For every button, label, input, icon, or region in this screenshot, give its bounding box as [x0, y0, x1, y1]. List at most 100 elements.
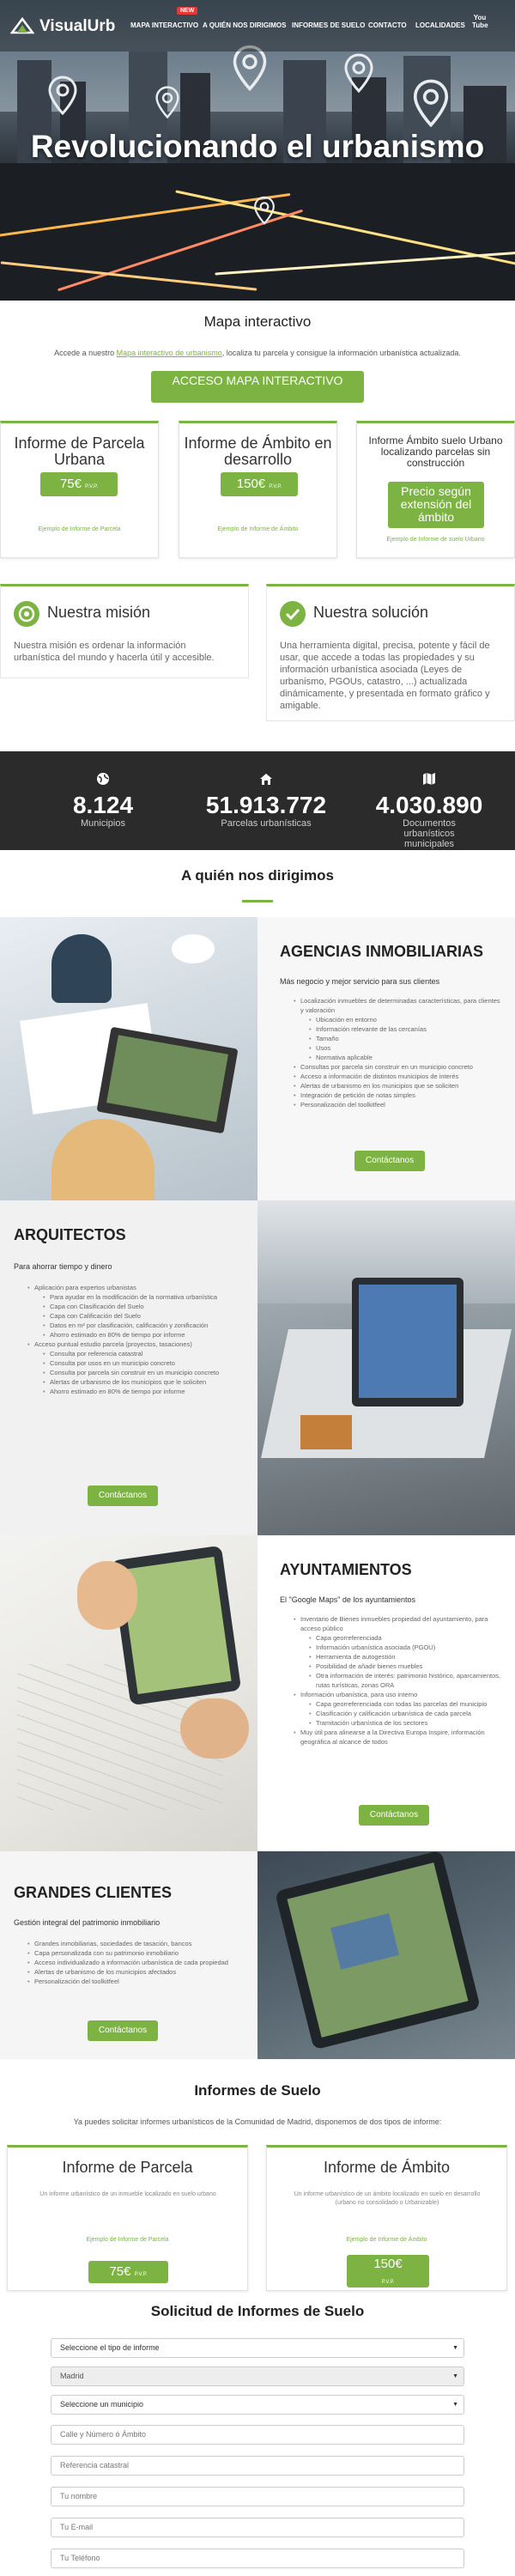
agencias-section: AGENCIAS INMOBILIARIAS Más negocio y mej…: [0, 917, 515, 1200]
card-parcela-urbana: Informe de Parcela Urbana 75€ P.V.P. Eje…: [0, 421, 159, 558]
list-item: Información urbanística asociada (PGOU): [292, 1643, 506, 1652]
ayuntamientos-list: Inventario de Bienes inmuebles propiedad…: [292, 1614, 506, 1747]
card-example-link[interactable]: Ejemplo de Informe de Parcela: [8, 2237, 247, 2243]
field-text: Calle y Número ó Ámbito: [60, 2430, 147, 2439]
nav-item-dirigimos[interactable]: A QUIÉN NOS DIRIGIMOS: [203, 21, 287, 29]
logo-text[interactable]: VisualUrb: [39, 17, 115, 36]
youtube-icon[interactable]: You Tube: [472, 14, 488, 33]
mapa-text: Accede a nuestro Mapa interactivo de urb…: [0, 349, 515, 357]
mision-text: Nuestra misión es ordenar la información…: [14, 641, 215, 663]
new-badge: NEW: [177, 7, 198, 15]
segment-subtitle: Gestión integral del patrimonio inmobili…: [14, 1918, 161, 1927]
list-item: Ubicación en entorno: [292, 1015, 502, 1024]
mapa-text-before: Accede a nuestro: [54, 349, 117, 357]
target-icon: [14, 601, 39, 627]
price-value: 75€: [59, 477, 82, 491]
list-item: Consulta por referencia catastral: [26, 1349, 232, 1358]
referencia-catastral-input[interactable]: Referencia catastral: [51, 2456, 464, 2476]
stat-number: 51.913.772: [205, 792, 327, 818]
card-description: Un informe urbanístico de un ámbito loca…: [294, 2191, 481, 2206]
solicitud-title: Solicitud de Informes de Suelo: [150, 2303, 365, 2319]
price-badge[interactable]: 75€ P.V.P.: [40, 472, 118, 496]
contactanos-button[interactable]: Contáctanos: [354, 1151, 425, 1171]
price-badge[interactable]: 75€ P.V.P.: [88, 2261, 168, 2283]
list-item: Otra información de interés: patrimonio …: [292, 1671, 506, 1690]
segment-title: ARQUITECTOS: [14, 1226, 126, 1243]
price-unit: P.V.P.: [85, 484, 99, 489]
nav-item-contacto[interactable]: CONTACTO: [368, 21, 407, 29]
list-item: Alertas de urbanismo de los municipios q…: [26, 1377, 232, 1387]
hero-banner: VisualUrb NEW MAPA INTERACTIVO A QUIÉN N…: [0, 0, 515, 301]
agencias-photo: [0, 917, 258, 1200]
ayuntamientos-text: AYUNTAMIENTOS El "Google Maps" de los ay…: [258, 1535, 515, 1851]
arquitectos-text: ARQUITECTOS Para ahorrar tiempo y dinero…: [0, 1200, 258, 1535]
contactanos-button[interactable]: Contáctanos: [88, 1485, 158, 1506]
card-example-link[interactable]: Ejemplo de Informe de Ámbito: [179, 526, 336, 532]
chevron-down-icon: ▼: [452, 2345, 458, 2351]
nav-item-informes[interactable]: INFORMES DE SUELO: [292, 21, 365, 29]
tipo-informe-select[interactable]: Seleccione el tipo de informe ▼: [51, 2338, 464, 2358]
grandes-section: GRANDES CLIENTES Gestión integral del pa…: [0, 1851, 515, 2059]
map-pin-icon: [413, 79, 449, 127]
list-item: Tamaño: [292, 1034, 502, 1043]
nav-item-localidades[interactable]: LOCALIDADES: [415, 21, 465, 29]
card-example-link[interactable]: Ejemplo de Informe de Ámbito: [267, 2237, 506, 2243]
card-title: Informe de Parcela: [62, 2159, 193, 2176]
informes-text: Ya puedes solicitar informes urbanístico…: [73, 2117, 442, 2126]
stat-label: Municipios: [81, 818, 125, 829]
acceso-mapa-button[interactable]: ACCESO MAPA INTERACTIVO: [151, 371, 364, 403]
list-item: Localización inmuebles de determinadas c…: [292, 996, 502, 1015]
telefono-input[interactable]: Tu Teléfono: [51, 2549, 464, 2568]
stats-band: 8.124 Municipios 51.913.772 Parcelas urb…: [0, 751, 515, 850]
list-item: Muy útil para alinearse a la Directiva E…: [292, 1728, 506, 1747]
nav-item-mapa[interactable]: MAPA INTERACTIVO: [130, 21, 198, 29]
mapa-link[interactable]: Mapa interactivo de urbanismo: [117, 349, 222, 357]
nombre-input[interactable]: Tu nombre: [51, 2487, 464, 2506]
mapa-text-after: , localiza tu parcela y consigue la info…: [221, 349, 461, 357]
informes-title: Informes de Suelo: [194, 2082, 321, 2099]
precio-extension-button[interactable]: Precio según extensión del ámbito: [388, 482, 484, 528]
price-value: 150€: [373, 2257, 403, 2271]
segment-title: GRANDES CLIENTES: [14, 1884, 173, 1901]
municipio-select[interactable]: Seleccione un municipio ▼: [51, 2395, 464, 2415]
price-unit: P.V.P.: [134, 2272, 148, 2277]
field-text: Seleccione el tipo de informe: [60, 2343, 160, 2352]
map-pin-icon: [344, 53, 373, 93]
list-item: Inventario de Bienes inmuebles propiedad…: [292, 1614, 506, 1633]
dirigimos-title: A quién nos dirigimos: [181, 867, 334, 884]
list-item: Para ayudar en la modificación de la nor…: [26, 1292, 232, 1302]
field-text: Referencia catastral: [60, 2461, 130, 2470]
list-item: Consulta por parcela sin construir en un…: [26, 1368, 232, 1377]
arquitectos-photo: [258, 1200, 515, 1535]
field-text: Seleccione un municipio: [60, 2400, 144, 2409]
solucion-card: Nuestra solución Una herramienta digital…: [266, 584, 515, 721]
list-item: Normativa aplicable: [292, 1053, 502, 1062]
calle-input[interactable]: Calle y Número ó Ámbito: [51, 2425, 464, 2445]
list-item: Consultas por parcela sin construir en u…: [292, 1062, 502, 1072]
mision-title: Nuestra misión: [47, 604, 151, 621]
list-item: Acceso individualizado a información urb…: [26, 1958, 232, 1967]
map-pin-icon: [48, 76, 77, 115]
logo-icon[interactable]: [10, 15, 34, 36]
list-item: Datos en m² por clasificación, calificac…: [26, 1321, 232, 1330]
price-badge[interactable]: 150€ P.V.P.: [347, 2255, 429, 2287]
home-icon: [260, 774, 272, 785]
stat-number: 4.030.890: [375, 792, 483, 818]
card-example-link[interactable]: Ejemplo de Informe de suelo Urbano: [357, 537, 514, 543]
mapa-title: Mapa interactivo: [203, 313, 312, 330]
map-pin-icon: [233, 45, 267, 91]
list-item: Personalización del toolkitfeel: [26, 1977, 232, 1986]
checkmark-icon: [280, 601, 306, 627]
contactanos-button[interactable]: Contáctanos: [359, 1805, 429, 1826]
globe-icon: [97, 773, 109, 785]
mision-card: Nuestra misión Nuestra misión es ordenar…: [0, 584, 249, 678]
card-example-link[interactable]: Ejemplo de Informe de Parcela: [1, 526, 158, 532]
list-item: Capa con Calificación del Suelo: [26, 1311, 232, 1321]
email-input[interactable]: Tu E-mail: [51, 2518, 464, 2537]
contactanos-button[interactable]: Contáctanos: [88, 2020, 158, 2041]
price-badge[interactable]: 150€ P.V.P.: [221, 472, 298, 496]
provincia-select[interactable]: Madrid ▼: [51, 2366, 464, 2386]
field-text: Tu E-mail: [60, 2523, 94, 2531]
field-text: Tu Teléfono: [60, 2554, 100, 2562]
price-value: 75€: [109, 2264, 131, 2279]
